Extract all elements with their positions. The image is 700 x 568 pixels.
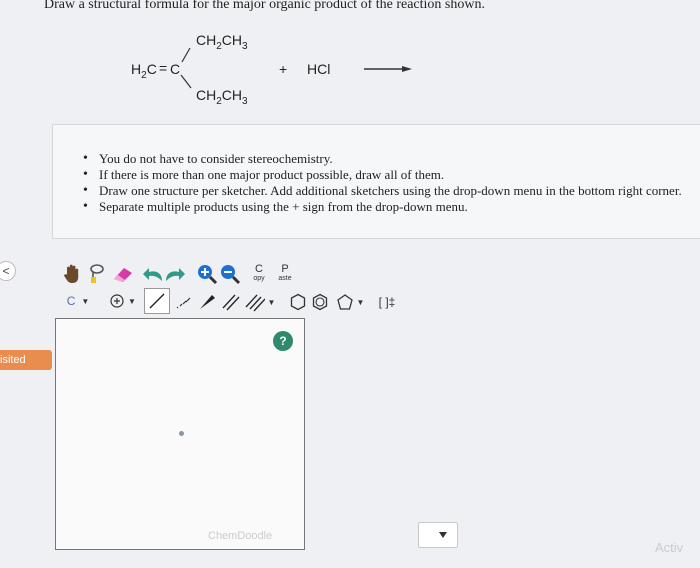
add-sketcher-dropdown[interactable]: [418, 522, 458, 548]
instruction-item: Draw one structure per sketcher. Add add…: [83, 183, 682, 199]
pentagon-ring-tool[interactable]: ▼: [332, 291, 368, 313]
single-bond-tool[interactable]: [144, 288, 170, 314]
plus-sign: +: [279, 61, 288, 77]
double-bond: =: [159, 60, 168, 76]
reaction-scheme: CH2CH3 H2C = C CH2CH3 + HCl: [0, 0, 700, 110]
triple-bond-icon: [245, 294, 265, 312]
double-bond-tool[interactable]: [220, 291, 242, 313]
chevron-down-icon: ▼: [128, 296, 136, 306]
chevron-down-icon: ▼: [81, 296, 90, 306]
help-icon[interactable]: ?: [273, 331, 293, 351]
chemdoodle-watermark: ChemDoodle: [208, 530, 273, 542]
hand-icon[interactable]: [62, 263, 82, 285]
triple-bond-tool[interactable]: ▼: [244, 291, 276, 313]
hashed-bond-icon: [176, 297, 191, 309]
wedge-bond-icon: [200, 295, 215, 309]
chevron-down-icon: ▼: [267, 297, 276, 307]
methylene-group: H2C: [131, 61, 157, 81]
copy-label-bottom: opy: [253, 275, 265, 282]
element-selector[interactable]: C ▼: [60, 289, 96, 313]
bracket-tool[interactable]: [ ]‡: [374, 291, 400, 313]
charge-selector[interactable]: ▼: [106, 289, 140, 313]
activate-watermark: Activ: [655, 540, 684, 555]
double-bond-icon: [222, 294, 240, 311]
copy-label-top: C: [255, 263, 263, 275]
reaction-bonds: [180, 47, 412, 89]
instruction-item: Separate multiple products using the + s…: [83, 199, 682, 215]
reagent: HCl: [307, 61, 331, 77]
visited-badge: isited: [0, 350, 52, 370]
redo-icon[interactable]: [164, 265, 186, 285]
wedge-bond-tool[interactable]: [196, 291, 218, 313]
chevron-down-icon: ▼: [356, 297, 365, 307]
element-label: C: [66, 294, 76, 308]
ethyl-group-top: CH2CH3: [196, 32, 248, 52]
lasso-icon[interactable]: [88, 263, 106, 285]
undo-icon[interactable]: [142, 265, 164, 285]
copy-button[interactable]: C opy: [248, 261, 270, 287]
eraser-icon[interactable]: [110, 263, 136, 285]
paste-button[interactable]: P aste: [274, 261, 296, 287]
hexagon-ring-tool[interactable]: [288, 291, 308, 313]
ethyl-group-bottom: CH2CH3: [196, 87, 248, 107]
benzene-icon: [312, 293, 328, 311]
caret-down-icon: [439, 532, 447, 538]
instructions-list: You do not have to consider stereochemis…: [83, 151, 682, 215]
canvas-dot: [179, 431, 184, 436]
hashed-bond-tool[interactable]: [172, 291, 194, 313]
center-carbon: C: [170, 61, 181, 77]
zoom-out-icon[interactable]: [219, 263, 241, 285]
single-bond-icon: [149, 293, 165, 309]
zoom-in-icon[interactable]: [196, 263, 218, 285]
paste-label-top: P: [281, 263, 289, 275]
instruction-item: If there is more than one major product …: [83, 167, 682, 183]
pentagon-icon: [336, 294, 353, 310]
collapse-tab[interactable]: <: [0, 261, 16, 281]
hexagon-icon: [290, 293, 306, 311]
instruction-item: You do not have to consider stereochemis…: [83, 151, 682, 167]
paste-label-bottom: aste: [278, 275, 292, 282]
plus-charge-icon: [110, 294, 124, 308]
benzene-ring-tool[interactable]: [310, 291, 330, 313]
instructions-panel: You do not have to consider stereochemis…: [52, 124, 700, 239]
